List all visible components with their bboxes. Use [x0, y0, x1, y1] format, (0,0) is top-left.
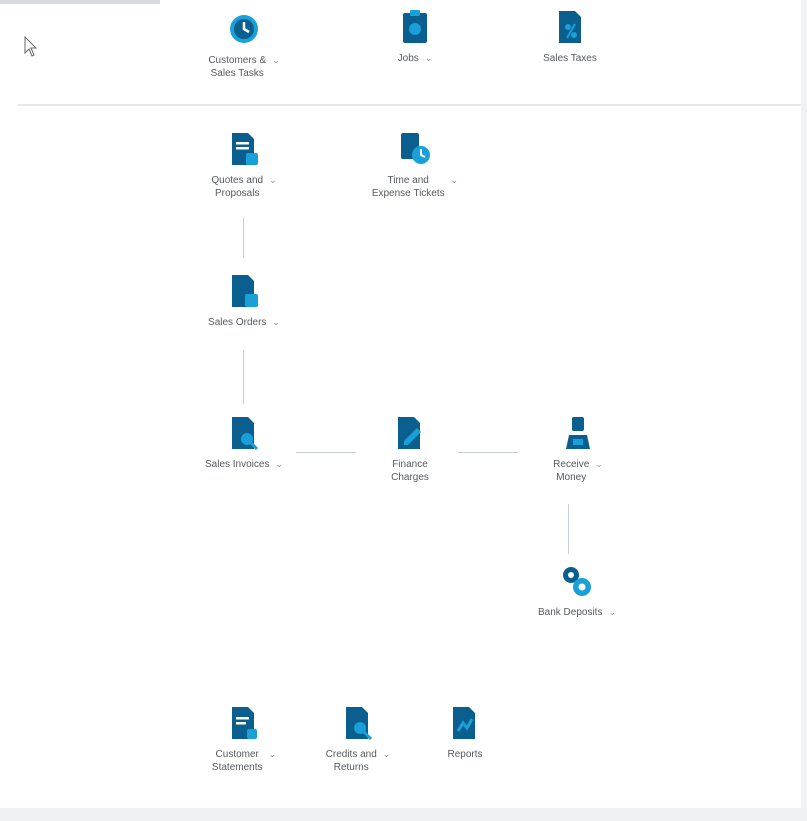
document-percent-icon: [551, 8, 589, 46]
credits-returns-node[interactable]: Credits and Returns ⌄: [308, 704, 408, 774]
quotes-proposals-node[interactable]: Quotes and Proposals ⌄: [199, 130, 289, 200]
chevron-down-icon[interactable]: ⌄: [608, 606, 616, 619]
node-label: Jobs: [397, 53, 419, 64]
sales-invoices-node[interactable]: Sales Invoices ⌄: [199, 414, 289, 471]
connector-line: [458, 452, 518, 453]
chevron-down-icon[interactable]: ⌄: [451, 174, 459, 187]
customer-statements-node[interactable]: Customer Statements ⌄: [199, 704, 289, 774]
node-label: Reports: [447, 749, 483, 760]
node-label: Credits and Returns: [325, 749, 377, 773]
credits-search-icon: [339, 704, 377, 742]
chevron-down-icon[interactable]: ⌄: [269, 748, 277, 761]
time-expense-icon: [396, 130, 434, 168]
chevron-down-icon[interactable]: ⌄: [275, 458, 283, 471]
customers-sales-workflow: Customers & Sales Tasks ⌄ Jobs ⌄ Sales T…: [0, 0, 807, 821]
bottom-bar: [0, 808, 807, 821]
chevron-down-icon[interactable]: ⌄: [272, 316, 280, 329]
customers-sales-tasks-node[interactable]: Customers & Sales Tasks ⌄: [199, 10, 289, 80]
document-edit-icon: [391, 414, 429, 452]
document-search-icon: [225, 414, 263, 452]
node-label: Quotes and Proposals: [211, 175, 264, 199]
chevron-down-icon[interactable]: ⌄: [269, 174, 277, 187]
bank-gears-icon: [558, 562, 596, 600]
document-cart-icon: [225, 272, 263, 310]
node-label: Sales Invoices: [204, 459, 270, 470]
node-label: Sales Orders: [208, 317, 267, 328]
node-label: Receive Money: [553, 459, 590, 483]
clipboard-icon: [396, 8, 434, 46]
connector-line: [243, 350, 244, 404]
clock-user-icon: [225, 10, 263, 48]
section-divider: [18, 104, 803, 106]
document-list-icon: [225, 130, 263, 168]
node-label: Finance Charges: [391, 459, 429, 483]
connector-line: [296, 452, 356, 453]
chevron-down-icon[interactable]: ⌄: [595, 458, 603, 471]
sales-orders-node[interactable]: Sales Orders ⌄: [199, 272, 289, 329]
time-expense-tickets-node[interactable]: Time and Expense Tickets ⌄: [360, 130, 470, 200]
chevron-down-icon[interactable]: ⌄: [272, 54, 280, 67]
right-edge: [801, 0, 807, 821]
bank-deposits-node[interactable]: Bank Deposits ⌄: [522, 562, 632, 619]
mouse-cursor-icon: [24, 36, 38, 57]
jobs-node[interactable]: Jobs ⌄: [370, 8, 460, 65]
connector-line: [568, 504, 569, 554]
connector-line: [243, 218, 244, 258]
statement-icon: [225, 704, 263, 742]
node-label: Customers & Sales Tasks: [208, 55, 267, 79]
report-icon: [446, 704, 484, 742]
node-label: Bank Deposits: [537, 607, 603, 618]
sales-taxes-node[interactable]: Sales Taxes: [530, 8, 610, 65]
chevron-down-icon[interactable]: ⌄: [383, 748, 391, 761]
receive-money-node[interactable]: Receive Money ⌄: [528, 414, 628, 484]
node-label: Sales Taxes: [543, 53, 597, 64]
money-person-icon: [559, 414, 597, 452]
node-label: Customer Statements: [211, 749, 263, 773]
node-label: Time and Expense Tickets: [371, 175, 445, 199]
header-shadow: [0, 0, 160, 4]
reports-node[interactable]: Reports: [430, 704, 500, 761]
finance-charges-node[interactable]: Finance Charges: [370, 414, 450, 484]
chevron-down-icon[interactable]: ⌄: [425, 52, 433, 65]
